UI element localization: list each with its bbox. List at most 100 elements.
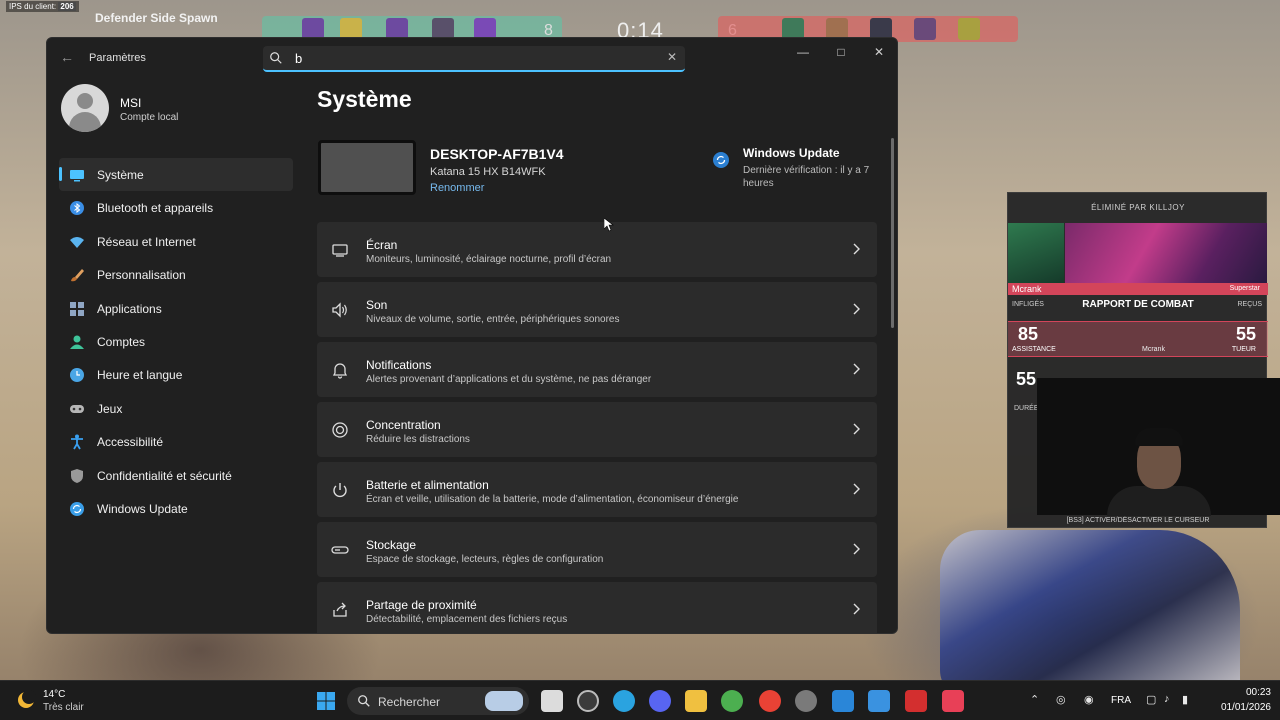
rename-link[interactable]: Renommer — [430, 182, 484, 194]
device-model: Katana 15 HX B14WFK — [430, 166, 546, 178]
title-bar: ← Paramètres ✕ — □ ✕ — [47, 38, 897, 76]
card-description: Réduire les distractions — [366, 434, 470, 445]
search-icon — [270, 52, 282, 64]
inflicted-value: 85 — [1018, 324, 1039, 344]
sidebar-item-globe-clock[interactable]: Heure et langue — [59, 358, 293, 391]
msi-center-icon[interactable] — [905, 690, 927, 712]
windows-update-icon — [70, 501, 84, 516]
power-icon — [333, 483, 347, 498]
windows-update-title[interactable]: Windows Update — [743, 146, 840, 160]
close-button[interactable]: ✕ — [867, 42, 891, 62]
start-icon[interactable] — [315, 690, 337, 712]
killed-by-header: ÉLIMINÉ PAR KILLJOY — [1091, 203, 1185, 212]
clock-date[interactable]: 01/01/2026 — [1200, 702, 1271, 713]
sidebar-item-label: Confidentialité et sécurité — [97, 468, 232, 483]
sidebar-item-account[interactable]: Comptes — [59, 325, 293, 358]
account-type: Compte local — [120, 112, 179, 123]
player-name: Mcrank — [1012, 284, 1042, 294]
duration-label: DURÉE — [1014, 405, 1039, 412]
settings-card-focus[interactable]: Concentration Réduire les distractions — [317, 402, 877, 457]
microphone-icon[interactable]: ◉ — [1084, 693, 1094, 706]
opponent-name: Mcrank — [1142, 346, 1165, 353]
maximize-button[interactable]: □ — [829, 42, 853, 62]
toggle-cursor-hint: [BS3] ACTIVER/DÉSACTIVER LE CURSEUR — [1066, 517, 1210, 524]
clock-time[interactable]: 00:23 — [1225, 687, 1271, 698]
chevron-right-icon — [853, 363, 860, 375]
card-title: Stockage — [366, 538, 417, 552]
sidebar-item-label: Bluetooth et appareils — [97, 201, 214, 216]
received-value: 55 — [1235, 324, 1256, 344]
user-profile[interactable]: MSI Compte local — [61, 84, 301, 140]
chevron-up-icon[interactable]: ⌃ — [1030, 693, 1039, 706]
chevron-right-icon — [853, 423, 860, 435]
file-explorer-icon[interactable] — [685, 690, 707, 712]
chrome-icon[interactable] — [721, 690, 743, 712]
chevron-right-icon — [853, 483, 860, 495]
weather-description[interactable]: Très clair — [43, 702, 84, 713]
sidebar-item-windows-update[interactable]: Windows Update — [59, 492, 293, 525]
back-button[interactable]: ← — [57, 47, 77, 67]
bluetooth-icon — [70, 201, 84, 216]
sidebar-item-label: Heure et langue — [97, 368, 183, 383]
chrome-profile-icon[interactable] — [759, 690, 781, 712]
card-description: Niveaux de volume, sortie, entrée, périp… — [366, 314, 620, 325]
search-input[interactable] — [295, 49, 635, 67]
sidebar-item-system[interactable]: Système — [59, 158, 293, 192]
killer-portrait — [1008, 223, 1064, 283]
settings-card-bell[interactable]: Notifications Alertes provenant d’applica… — [317, 342, 877, 397]
sidebar-item-label: Réseau et Internet — [97, 234, 196, 249]
task-view-icon[interactable] — [541, 690, 563, 712]
discord-icon[interactable] — [649, 690, 671, 712]
language-indicator[interactable]: FRA — [1111, 695, 1131, 706]
weather-temperature[interactable]: 14°C — [43, 689, 65, 700]
clear-search-button[interactable]: ✕ — [665, 50, 679, 64]
brush-icon — [71, 269, 84, 282]
report-title-row: INFLIGÉS RAPPORT DE COMBAT REÇUS — [1008, 297, 1268, 313]
sidebar-item-shield[interactable]: Confidentialité et sécurité — [59, 459, 293, 492]
valorant-icon[interactable] — [942, 690, 964, 712]
webcam-overlay — [1037, 378, 1280, 516]
settings-card-display[interactable]: Écran Moniteurs, luminosité, éclairage no… — [317, 222, 877, 277]
weather-moon-icon[interactable] — [16, 690, 36, 710]
spawn-label: Defender Side Spawn — [95, 11, 218, 25]
sidebar-item-wifi[interactable]: Réseau et Internet — [59, 225, 293, 258]
chevron-right-icon — [853, 543, 860, 555]
settings-card-storage[interactable]: Stockage Espace de stockage, lecteurs, rè… — [317, 522, 877, 577]
settings-search-box[interactable]: ✕ — [263, 46, 685, 72]
shield-icon — [71, 468, 83, 483]
calculator-icon[interactable] — [868, 690, 890, 712]
system-icon — [70, 170, 84, 182]
network-icon[interactable]: ▢ — [1146, 693, 1156, 706]
sidebar-item-label: Accessibilité — [97, 435, 164, 450]
settings-card-speaker[interactable]: Son Niveaux de volume, sortie, entrée, pé… — [317, 282, 877, 337]
focus-icon — [332, 422, 348, 438]
telegram-icon[interactable] — [613, 690, 635, 712]
sidebar-item-gamepad[interactable]: Jeux — [59, 392, 293, 425]
settings-app-icon[interactable] — [795, 690, 817, 712]
card-title: Concentration — [366, 418, 441, 432]
sidebar-item-brush[interactable]: Personnalisation — [59, 258, 293, 291]
fps-label: IPS du client: — [9, 2, 57, 11]
microsoft-store-icon[interactable] — [832, 690, 854, 712]
steam-icon[interactable] — [577, 690, 599, 712]
accessibility-icon — [71, 434, 83, 450]
scrollbar[interactable] — [891, 138, 894, 328]
card-title: Écran — [366, 238, 398, 252]
account-icon — [70, 335, 84, 349]
settings-card-share[interactable]: Partage de proximité Détectabilité, empla… — [317, 582, 877, 633]
wifi-icon — [70, 236, 84, 248]
sidebar-item-apps[interactable]: Applications — [59, 292, 293, 325]
sidebar-item-label: Applications — [97, 301, 162, 316]
sidebar-item-bluetooth[interactable]: Bluetooth et appareils — [59, 191, 293, 224]
camera-off-icon[interactable]: ◎ — [1056, 693, 1066, 706]
player-title: Superstar — [1229, 285, 1260, 292]
card-title: Notifications — [366, 358, 432, 372]
agent-portrait — [914, 18, 936, 40]
taskbar-search[interactable]: Rechercher — [347, 687, 529, 715]
settings-card-power[interactable]: Batterie et alimentation Écran et veille,… — [317, 462, 877, 517]
battery-icon[interactable]: ▮ — [1182, 693, 1188, 706]
assist-label: ASSISTANCE — [1012, 346, 1056, 353]
volume-icon[interactable]: ♪ — [1164, 693, 1170, 705]
sidebar-item-accessibility[interactable]: Accessibilité — [59, 425, 293, 458]
minimize-button[interactable]: — — [791, 42, 815, 62]
